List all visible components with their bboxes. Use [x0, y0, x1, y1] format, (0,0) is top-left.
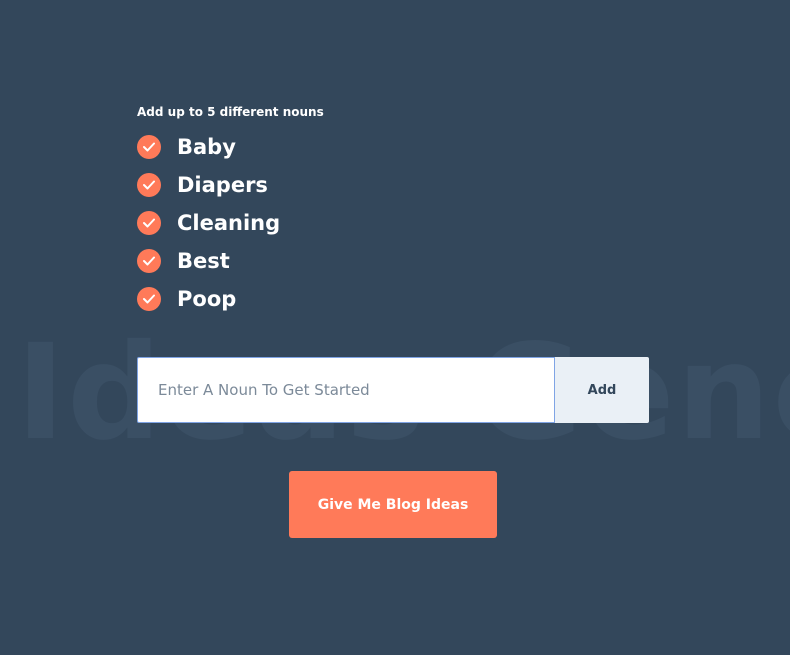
- noun-input-row: Add: [137, 357, 649, 423]
- check-icon: [137, 249, 161, 273]
- check-icon: [137, 287, 161, 311]
- add-button[interactable]: Add: [555, 357, 649, 423]
- noun-limit-hint: Add up to 5 different nouns: [137, 105, 324, 119]
- noun-label: Cleaning: [177, 211, 281, 235]
- blog-ideas-generator: Ideas Gene Add up to 5 different nouns B…: [0, 0, 790, 655]
- list-item: Best: [137, 242, 280, 280]
- noun-label: Best: [177, 249, 230, 273]
- noun-list: Baby Diapers Cleaning Best Poop: [137, 128, 280, 318]
- list-item: Diapers: [137, 166, 280, 204]
- list-item: Cleaning: [137, 204, 280, 242]
- noun-label: Poop: [177, 287, 237, 311]
- give-me-blog-ideas-button[interactable]: Give Me Blog Ideas: [289, 471, 497, 538]
- noun-input[interactable]: [137, 357, 555, 423]
- noun-label: Baby: [177, 135, 236, 159]
- list-item: Poop: [137, 280, 280, 318]
- check-icon: [137, 135, 161, 159]
- check-icon: [137, 173, 161, 197]
- check-icon: [137, 211, 161, 235]
- noun-label: Diapers: [177, 173, 268, 197]
- list-item: Baby: [137, 128, 280, 166]
